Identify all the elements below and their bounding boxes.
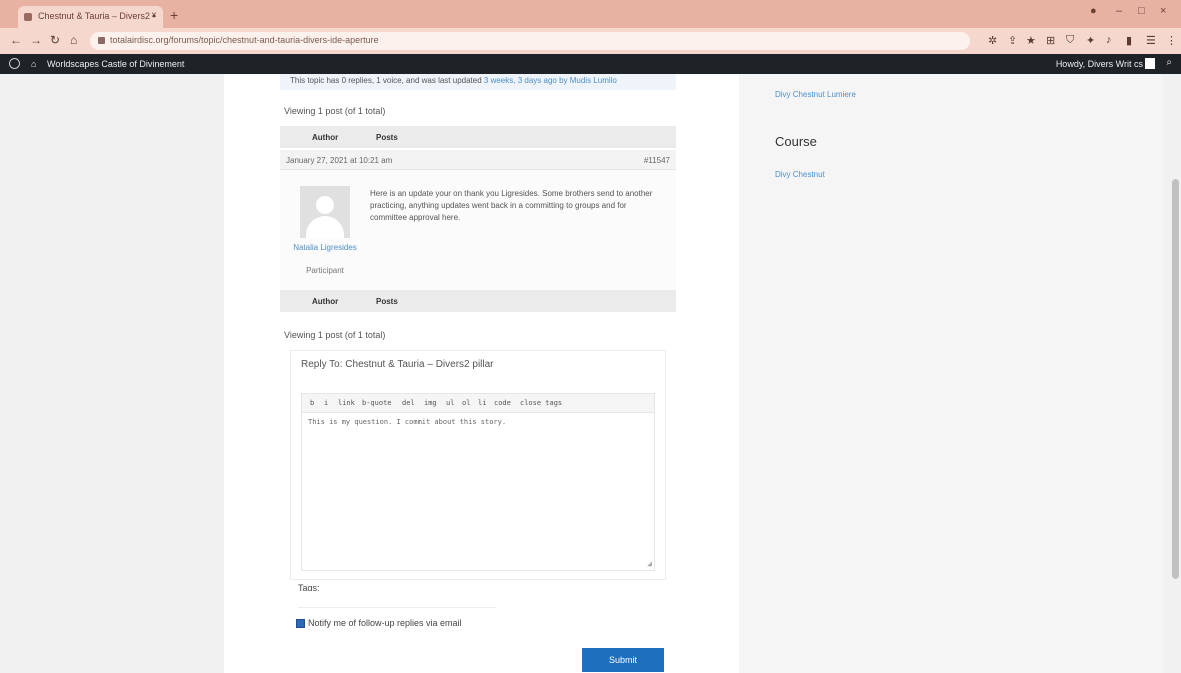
translate-icon[interactable]: ⊞ xyxy=(1046,34,1055,47)
extension-icon[interactable]: ✲ xyxy=(988,34,997,47)
column-author-footer: Author xyxy=(312,297,339,306)
resize-handle-icon[interactable]: ◢ xyxy=(647,559,652,568)
qtag-blockquote-button[interactable]: b-quote xyxy=(362,399,392,407)
qtag-ul-button[interactable]: ul xyxy=(446,399,454,407)
post-content: Here is an update your on thank you Ligr… xyxy=(370,189,653,222)
thread-footer: Author Posts xyxy=(280,290,676,312)
minimize-icon[interactable]: – xyxy=(1116,5,1122,17)
media-icon[interactable]: ♪ xyxy=(1106,34,1112,46)
home-icon[interactable]: ⌂ xyxy=(70,33,77,47)
submit-button[interactable]: Submit xyxy=(582,648,664,672)
browser-tab-strip: Chestnut & Tauria – Divers2 ▪ × + ● – □ … xyxy=(0,0,1181,28)
qtag-del-button[interactable]: del xyxy=(402,399,415,407)
post-date: January 27, 2021 at 10:21 am xyxy=(286,156,393,165)
reply-text: This is my question. I commit about this… xyxy=(308,418,507,426)
avatar-head-shape xyxy=(316,196,334,214)
browser-tab[interactable]: Chestnut & Tauria – Divers2 ▪ × xyxy=(18,6,163,28)
howdy-user-link[interactable]: Howdy, Divers Writ cs xyxy=(1056,59,1143,69)
notify-checkbox[interactable] xyxy=(296,619,305,628)
qtag-link-button[interactable]: link xyxy=(338,399,355,407)
site-name-link[interactable]: Worldscapes Castle of Divinement xyxy=(47,59,184,69)
qtag-ol-button[interactable]: ol xyxy=(462,399,470,407)
sidebar-link-chestnut[interactable]: Divy Chestnut xyxy=(775,170,825,179)
post-permalink[interactable]: #11547 xyxy=(644,156,670,165)
qtag-img-button[interactable]: img xyxy=(424,399,437,407)
forward-icon[interactable]: → xyxy=(30,33,42,47)
puzzle-icon[interactable]: ✦ xyxy=(1086,34,1095,47)
wp-admin-bar: ⌂ Worldscapes Castle of Divinement Howdy… xyxy=(0,54,1181,74)
page-scrollbar[interactable] xyxy=(1170,74,1181,673)
notice-text: This topic has 0 replies, 1 voice, and w… xyxy=(290,76,482,85)
wordpress-logo-icon[interactable] xyxy=(9,58,20,69)
author-name-link[interactable]: Natalia Ligresides xyxy=(290,242,360,254)
sidebar-heading-course: Course xyxy=(775,134,817,149)
lock-icon xyxy=(98,37,105,44)
scrollbar-thumb[interactable] xyxy=(1172,179,1179,579)
author-role: Participant xyxy=(306,266,344,275)
qtag-li-button[interactable]: li xyxy=(478,399,486,407)
shield-icon[interactable]: ⛉ xyxy=(1066,34,1074,47)
sidebar-link-lumiere[interactable]: Divy Chestnut Lumiere xyxy=(775,90,856,99)
maximize-icon[interactable]: □ xyxy=(1138,5,1145,17)
browser-toolbar: ← → ↻ ⌂ totalairdisc.org/forums/topic/ch… xyxy=(0,28,1181,54)
profile-icon[interactable]: ● xyxy=(1090,5,1097,17)
pagination-count-bottom: Viewing 1 post (of 1 total) xyxy=(284,330,386,340)
tab-title: Chestnut & Tauria – Divers2 ▪ xyxy=(38,11,156,21)
share-icon[interactable]: ⇪ xyxy=(1008,34,1017,47)
address-bar[interactable]: totalairdisc.org/forums/topic/chestnut-a… xyxy=(90,32,970,50)
pagination-count-top: Viewing 1 post (of 1 total) xyxy=(284,106,386,116)
bookmark-icon[interactable]: ★ xyxy=(1026,34,1036,47)
avatar-shoulders-shape xyxy=(306,216,344,238)
topic-notice: This topic has 0 replies, 1 voice, and w… xyxy=(280,74,676,90)
reading-list-icon[interactable]: ☰ xyxy=(1146,34,1156,47)
quicktags-toolbar: b i link b-quote del img ul ol li code c… xyxy=(301,393,655,413)
new-tab-icon[interactable]: + xyxy=(170,7,178,23)
thread-header: Author Posts xyxy=(280,126,676,148)
back-icon[interactable]: ← xyxy=(10,33,22,47)
site-home-icon[interactable]: ⌂ xyxy=(31,59,36,69)
qtag-code-button[interactable]: code xyxy=(494,399,511,407)
menu-icon[interactable]: ⋮ xyxy=(1166,34,1177,47)
reply-textarea[interactable]: This is my question. I commit about this… xyxy=(301,413,655,571)
post-meta: January 27, 2021 at 10:21 am #11547 xyxy=(280,150,676,170)
search-icon[interactable]: ⌕ xyxy=(1166,57,1172,68)
notice-link[interactable]: 3 weeks, 3 days ago by Mudis Lumilo xyxy=(484,76,617,85)
sidebar: Divy Chestnut Lumiere Course Divy Chestn… xyxy=(739,74,1163,673)
post-body: Natalia Ligresides Participant Here is a… xyxy=(280,170,676,290)
url-text: totalairdisc.org/forums/topic/chestnut-a… xyxy=(110,35,379,45)
sidebar-icon[interactable]: ▮ xyxy=(1126,34,1132,47)
column-author: Author xyxy=(312,133,339,142)
qtag-close-tags-button[interactable]: close tags xyxy=(520,399,562,407)
notify-label: Notify me of follow-up replies via email xyxy=(308,618,462,628)
qtag-italic-button[interactable]: i xyxy=(324,399,328,407)
user-avatar[interactable] xyxy=(1145,58,1155,69)
close-window-icon[interactable]: × xyxy=(1160,5,1166,17)
reply-title: Reply To: Chestnut & Tauria – Divers2 pi… xyxy=(301,359,494,370)
main-content: This topic has 0 replies, 1 voice, and w… xyxy=(224,74,739,673)
reply-form: Reply To: Chestnut & Tauria – Divers2 pi… xyxy=(290,350,666,580)
reload-icon[interactable]: ↻ xyxy=(50,33,60,47)
column-posts-footer: Posts xyxy=(376,297,398,306)
author-avatar[interactable] xyxy=(300,186,350,238)
tab-close-icon[interactable]: × xyxy=(151,10,157,21)
qtag-bold-button[interactable]: b xyxy=(310,399,314,407)
column-posts: Posts xyxy=(376,133,398,142)
tags-input[interactable] xyxy=(298,591,496,608)
favicon-icon xyxy=(24,13,32,21)
